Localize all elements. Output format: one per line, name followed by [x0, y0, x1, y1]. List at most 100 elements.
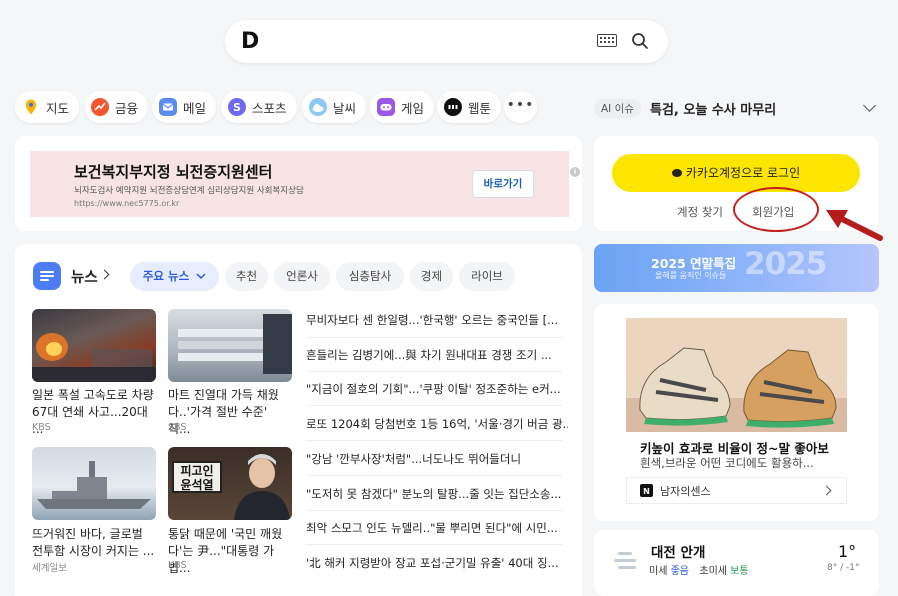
ad-banner[interactable]: 보건복지부지정 뇌전증지원센터 뇌자도검사 예약지원 뇌전증상담연계 심리상담지… — [30, 151, 580, 217]
quick-menu-map[interactable]: 지도 — [15, 91, 80, 123]
divider — [306, 510, 562, 511]
quick-menu-label: 메일 — [183, 100, 207, 116]
news-photo-fish-market[interactable] — [168, 309, 292, 382]
map-pin-icon — [22, 98, 40, 116]
game-controller-icon — [377, 98, 395, 116]
quick-menu-label: 게임 — [401, 100, 425, 116]
ad-description: 뇌자도검사 예약지원 뇌전증상담연계 심리상담지원 사회복지상담 — [74, 186, 304, 196]
keyboard-icon[interactable] — [597, 34, 617, 47]
news-source: KBS — [32, 422, 51, 433]
news-headline[interactable]: "도저히 못 참겠다" 분노의 탈팡...줄 잇는 집단소송... — [306, 486, 568, 502]
news-headline[interactable]: '北 해커 지령받아 장교 포섭·군기밀 유출' 40대 징... — [306, 555, 568, 571]
quick-menu-sports[interactable]: S 스포츠 — [221, 91, 297, 123]
news-headline[interactable]: "강남 '깐부사장'처럼"...너도나도 뛰어들더니 — [306, 451, 568, 467]
divider — [306, 475, 562, 476]
tab-press[interactable]: 언론사 — [274, 262, 330, 291]
fog-icon — [614, 550, 638, 574]
ad-go-button[interactable]: 바로가기 — [472, 170, 534, 198]
more-menu-icon[interactable]: ••• — [504, 91, 537, 123]
divider — [306, 371, 562, 372]
temperature-range: 8° / -1° — [827, 563, 860, 573]
ai-issue-badge: AI 이슈 — [594, 99, 641, 118]
divider — [306, 337, 562, 338]
kakao-login-button[interactable]: 카카오계정으로 로그인 — [612, 154, 860, 192]
weather-cloud-icon — [309, 98, 327, 116]
divider — [306, 405, 562, 406]
news-photo-highway-fire[interactable] — [32, 309, 156, 382]
tab-recommend[interactable]: 추천 — [225, 262, 268, 291]
tab-economy[interactable]: 경제 — [410, 262, 453, 291]
quick-menu-finance[interactable]: 금융 — [84, 91, 149, 123]
ad-card: 보건복지부지정 뇌전증지원센터 뇌자도검사 예약지원 뇌전증상담연계 심리상담지… — [15, 136, 582, 231]
news-card: 뉴스 주요 뉴스 추천 언론사 심층탐사 경제 라이브 일본 폭설 고속도로 차… — [15, 244, 582, 596]
news-source: SBS — [168, 422, 187, 433]
quick-menu-webtoon[interactable]: 웹툰 — [437, 91, 502, 123]
annotation-arrow-icon — [826, 210, 883, 241]
quick-menu-label: 금융 — [115, 100, 139, 116]
kakao-talk-icon — [671, 169, 682, 177]
weather-title: 대전 안개 — [651, 545, 706, 561]
divider — [306, 544, 562, 545]
quick-menu-game[interactable]: 게임 — [370, 91, 435, 123]
find-account-link[interactable]: 계정 찾기 — [677, 204, 723, 220]
news-source: KBS — [168, 560, 187, 571]
news-headline[interactable]: 로또 1204회 당첨번호 1등 16억, '서울·경기 버금 광... — [306, 416, 568, 432]
year-end-special-banner[interactable]: 2025 2025 연말특집 올해를 움직인 이슈들 — [594, 244, 879, 292]
mail-icon — [159, 98, 177, 116]
news-photo-defendant[interactable]: 피고인 윤석열 — [168, 447, 292, 520]
shoe-product-image[interactable] — [626, 318, 847, 432]
news-photo-warship[interactable] — [32, 447, 156, 520]
search-bar[interactable]: D — [225, 20, 668, 63]
quick-menu-label: 날씨 — [333, 100, 357, 116]
ad-url: https://www.nec5775.or.kr — [74, 199, 180, 208]
divider — [306, 440, 562, 441]
news-headline[interactable]: 무비자보다 센 한일령...'한국행' 오르는 중국인들 [... — [306, 312, 568, 328]
ad-title[interactable]: 보건복지부지정 뇌전증지원센터 — [74, 161, 272, 182]
news-headline[interactable]: 흔들리는 김병기에...與 차기 원내대표 경쟁 조기 ... — [306, 347, 568, 363]
quick-menu-weather[interactable]: 날씨 — [302, 91, 367, 123]
quick-menu-label: 웹툰 — [468, 100, 492, 116]
ultrafine-dust-value: 보통 — [730, 566, 749, 577]
tab-live[interactable]: 라이브 — [459, 262, 515, 291]
chevron-right-icon[interactable] — [99, 269, 110, 280]
shopping-brand-name: 남자의센스 — [660, 485, 711, 498]
daum-logo[interactable]: D — [241, 29, 259, 54]
tab-main-news[interactable]: 주요 뉴스 — [130, 262, 219, 291]
news-photo-caption[interactable]: 마트 진열대 가득 채웠다..'가격 절반 수준' 직... — [168, 387, 292, 438]
ad-info-icon[interactable]: i — [570, 167, 580, 177]
fine-dust-label: 미세 — [649, 566, 668, 577]
ultrafine-dust-label: 초미세 — [699, 566, 727, 577]
news-source: 세계일보 — [32, 563, 67, 574]
tab-in-depth[interactable]: 심층탐사 — [336, 262, 404, 291]
news-photo-caption[interactable]: 뜨거워진 바다, 글로벌 전투함 시장이 커지는 ... — [32, 526, 156, 560]
news-icon — [33, 262, 61, 290]
finance-chart-icon — [91, 98, 109, 116]
special-banner-subtitle: 올해를 움직인 이슈들 — [655, 271, 727, 280]
tab-label: 주요 뉴스 — [142, 269, 190, 283]
defendant-sign: 피고인 윤석열 — [172, 461, 222, 493]
annotation-circle — [733, 187, 819, 232]
sports-icon: S — [228, 98, 246, 116]
current-temperature: 1° — [838, 542, 857, 561]
shopping-ad-description: 흰색,브라운 어떤 코디에도 활용하... — [640, 456, 814, 470]
svg-text:S: S — [233, 101, 241, 114]
special-banner-graphic: 2025 — [744, 246, 827, 282]
search-icon[interactable] — [631, 32, 649, 50]
shopping-ad-card[interactable]: 키높이 효과로 비율이 정~말 좋아보 흰색,브라운 어떤 코디에도 활용하..… — [594, 304, 879, 521]
brand-logo-icon: N — [640, 484, 653, 497]
news-section-title[interactable]: 뉴스 — [71, 266, 98, 287]
chevron-down-icon[interactable] — [863, 99, 876, 112]
air-quality: 미세 좋음 초미세 보통 — [649, 562, 749, 577]
fine-dust-value: 좋음 — [670, 566, 689, 577]
webtoon-icon — [444, 98, 462, 116]
quick-menu-label: 지도 — [46, 100, 70, 116]
quick-menu-label: 스포츠 — [252, 100, 287, 116]
svg-text:N: N — [643, 487, 650, 496]
quick-menu-mail[interactable]: 메일 — [152, 91, 217, 123]
weather-card[interactable]: 대전 안개 미세 좋음 초미세 보통 1° 8° / -1° — [594, 530, 879, 596]
chevron-down-icon — [196, 273, 206, 280]
ai-issue-headline[interactable]: 특검, 오늘 수사 마무리 — [650, 99, 776, 118]
news-headline[interactable]: "지금이 절호의 기회"...'쿠팡 이탈' 정조준하는 e커... — [306, 381, 568, 397]
login-button-label: 카카오계정으로 로그인 — [685, 166, 801, 180]
news-headline[interactable]: 최악 스모그 인도 뉴델리.."물 뿌리면 된다"에 시민... — [306, 520, 568, 536]
